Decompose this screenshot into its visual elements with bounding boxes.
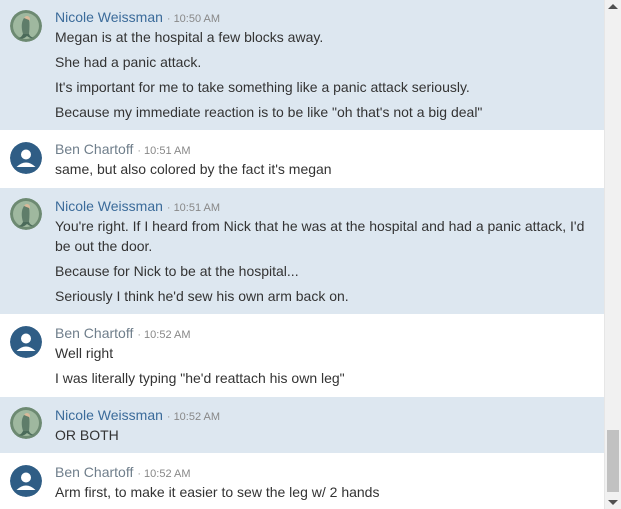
nicole-avatar-icon[interactable]: [10, 10, 42, 42]
timestamp[interactable]: 10:52 AM: [144, 468, 190, 480]
message-item: Nicole Weissman · 10:50 AM Megan is at the…: [0, 0, 604, 130]
sender-name[interactable]: Nicole Weissman: [55, 198, 163, 214]
separator-dot: ·: [137, 468, 142, 480]
nicole-avatar-icon[interactable]: [10, 198, 42, 230]
timestamp[interactable]: 10:51 AM: [174, 202, 220, 214]
message-text: Because for Nick to be at the hospital..…: [55, 263, 299, 279]
message-text: I was literally typing "he'd reattach hi…: [55, 370, 345, 386]
message-header: Nicole Weissman · 10:51 AM: [55, 198, 220, 214]
sender-name[interactable]: Ben Chartoff: [55, 464, 133, 480]
scroll-up-arrow-icon[interactable]: [608, 4, 618, 9]
separator-dot: ·: [137, 145, 142, 157]
timestamp[interactable]: 10:50 AM: [174, 13, 220, 25]
nicole-avatar-icon[interactable]: [10, 407, 42, 439]
message-text: Arm first, to make it easier to sew the …: [55, 484, 380, 500]
message-header: Nicole Weissman · 10:52 AM: [55, 407, 220, 423]
message-text: same, but also colored by the fact it's …: [55, 161, 332, 177]
message-item: Nicole Weissman · 10:51 AM You're right. I…: [0, 188, 604, 314]
message-text: OR BOTH: [55, 427, 119, 443]
ben-avatar-icon[interactable]: [10, 465, 42, 497]
message-text: Megan is at the hospital a few blocks aw…: [55, 29, 324, 45]
separator-dot: ·: [166, 411, 171, 423]
message-header: Ben Chartoff · 10:52 AM: [55, 464, 191, 480]
scrollbar-thumb[interactable]: [607, 430, 619, 492]
vertical-scrollbar[interactable]: [604, 0, 621, 509]
message-item: Ben Chartoff · 10:51 AM same, but also col…: [0, 130, 604, 188]
sender-name[interactable]: Ben Chartoff: [55, 141, 133, 157]
sender-name[interactable]: Ben Chartoff: [55, 325, 133, 341]
message-header: Ben Chartoff · 10:52 AM: [55, 325, 191, 341]
message-text: Seriously I think he'd sew his own arm b…: [55, 288, 349, 304]
message-text: It's important for me to take something …: [55, 79, 470, 95]
message-header: Ben Chartoff · 10:51 AM: [55, 141, 191, 157]
message-item: Ben Chartoff · 10:52 AM Well right I was l…: [0, 314, 604, 397]
separator-dot: ·: [166, 202, 171, 214]
timestamp[interactable]: 10:52 AM: [144, 329, 190, 341]
message-item: Ben Chartoff · 10:52 AM Arm first, to make…: [0, 453, 604, 509]
timestamp[interactable]: 10:52 AM: [174, 411, 220, 423]
separator-dot: ·: [137, 329, 142, 341]
separator-dot: ·: [166, 13, 171, 25]
message-item: Nicole Weissman · 10:52 AM OR BOTH: [0, 397, 604, 453]
ben-avatar-icon[interactable]: [10, 326, 42, 358]
message-text: She had a panic attack.: [55, 54, 202, 70]
sender-name[interactable]: Nicole Weissman: [55, 407, 163, 423]
message-header: Nicole Weissman · 10:50 AM: [55, 9, 220, 25]
message-text: Because my immediate reaction is to be l…: [55, 104, 483, 120]
ben-avatar-icon[interactable]: [10, 142, 42, 174]
message-text: You're right. If I heard from Nick that …: [55, 218, 585, 254]
message-text: Well right: [55, 345, 114, 361]
message-feed: Nicole Weissman · 10:50 AM Megan is at the…: [0, 0, 604, 509]
scroll-down-arrow-icon[interactable]: [608, 500, 618, 505]
timestamp[interactable]: 10:51 AM: [144, 145, 190, 157]
sender-name[interactable]: Nicole Weissman: [55, 9, 163, 25]
